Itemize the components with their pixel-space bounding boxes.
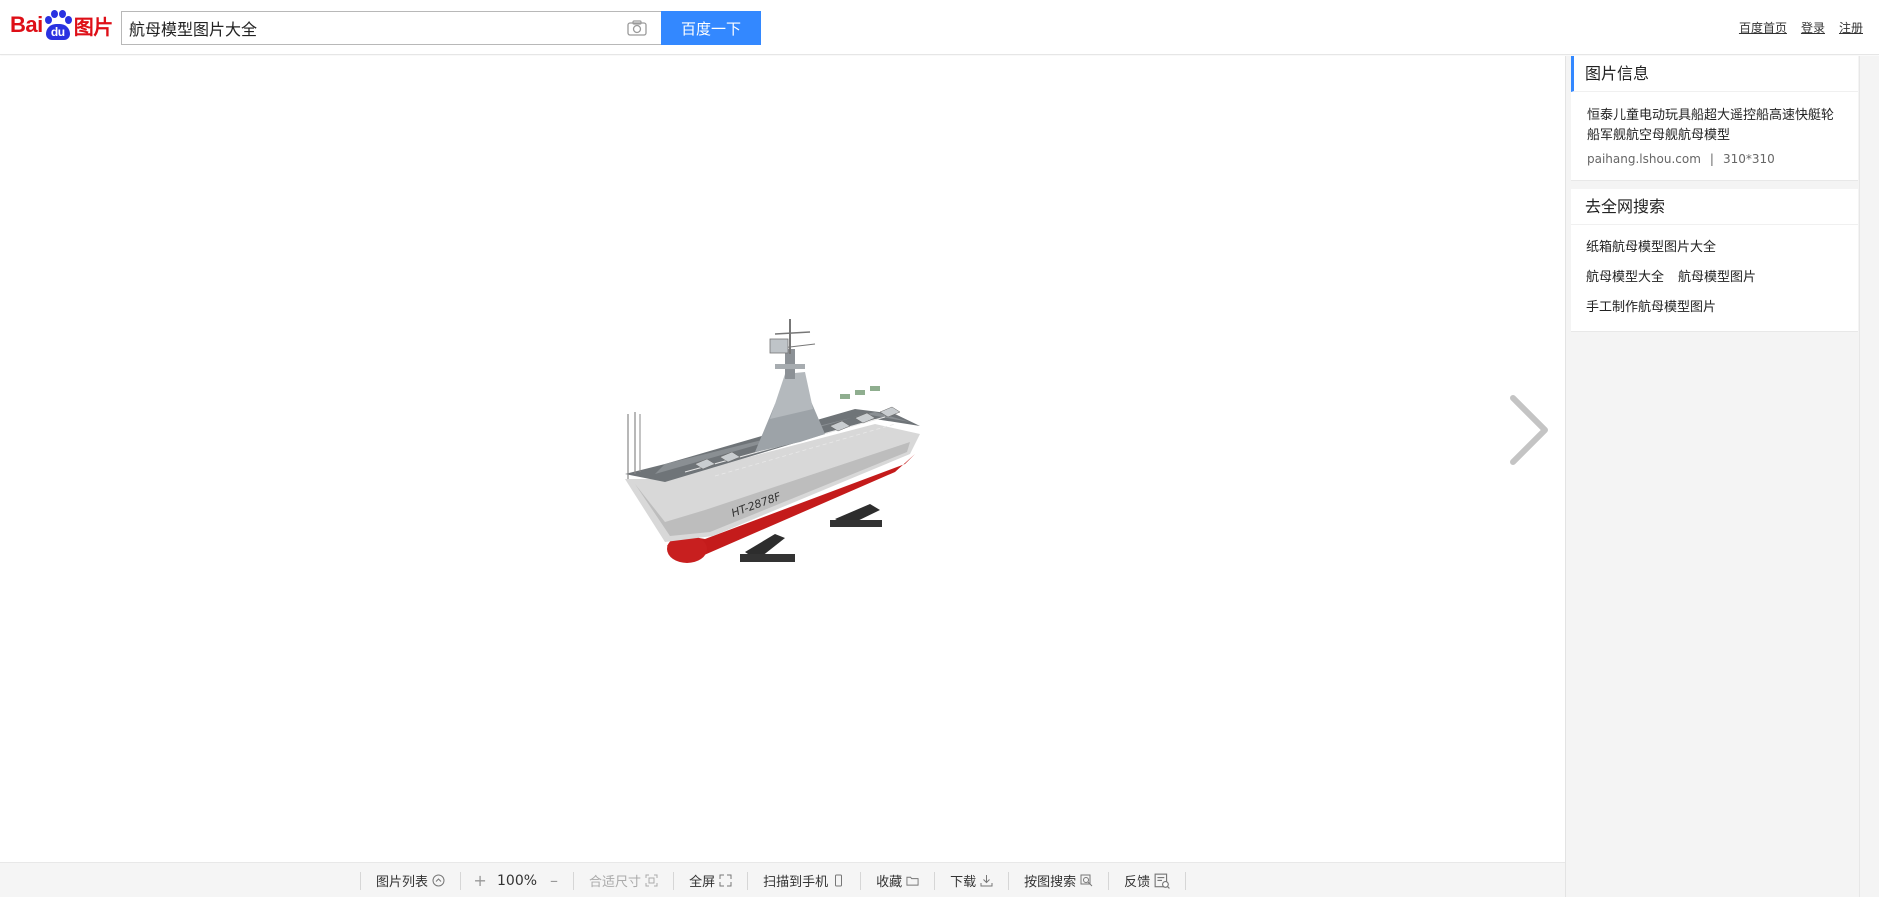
fit-size-icon <box>645 874 658 887</box>
link-baidu-home[interactable]: 百度首页 <box>1739 19 1787 36</box>
zoom-level: 100% <box>497 872 538 889</box>
related-search-link[interactable]: 纸箱航母模型图片大全 <box>1586 233 1716 263</box>
link-register[interactable]: 注册 <box>1839 19 1863 36</box>
image-meta: paihang.lshou.com | 310*310 <box>1587 152 1842 166</box>
camera-icon[interactable] <box>627 20 647 36</box>
phone-icon <box>835 874 843 887</box>
meta-separator: | <box>1709 152 1714 166</box>
aircraft-carrier-model-image[interactable]: HT-2878F <box>625 314 940 584</box>
related-search-link[interactable]: 航母模型大全 <box>1586 263 1664 293</box>
search-by-image-label: 按图搜索 <box>1024 875 1077 890</box>
paw-icon: du <box>44 10 72 40</box>
top-links: 百度首页 登录 注册 <box>1739 19 1863 36</box>
logo-text-tupian: 图片 <box>73 14 114 39</box>
collect-button[interactable]: 收藏 <box>861 863 934 898</box>
viewer-toolbar: 图片列表 + 100% – 合适尺寸 全屏 扫描到手机 收藏 下载 按图搜索 反… <box>0 862 1565 897</box>
image-source[interactable]: paihang.lshou.com <box>1587 152 1701 166</box>
collect-label: 收藏 <box>876 875 903 890</box>
fullscreen-button[interactable]: 全屏 <box>674 863 747 898</box>
image-dimensions: 310*310 <box>1722 152 1775 166</box>
link-login[interactable]: 登录 <box>1801 19 1825 36</box>
image-info-panel: 图片信息 恒泰儿童电动玩具船超大遥控船高速快艇轮船军舰航空母舰航母模型 paih… <box>1571 56 1858 181</box>
sidebar-scrollbar[interactable] <box>1859 56 1879 897</box>
fullscreen-icon <box>719 874 732 887</box>
toolbar-divider <box>1185 871 1187 890</box>
logo-text-bai: Bai <box>10 12 43 37</box>
baidu-image-logo[interactable]: Bai du 图片 <box>10 8 113 42</box>
chevron-up-circle-icon <box>432 874 445 887</box>
zoom-in-button[interactable]: + <box>473 871 487 890</box>
related-search-link[interactable]: 航母模型图片 <box>1678 263 1756 293</box>
download-label: 下载 <box>950 875 977 890</box>
zoom-controls: + 100% – <box>461 871 573 890</box>
related-search-row: 航母模型大全 航母模型图片 <box>1586 263 1843 293</box>
search-button[interactable]: 百度一下 <box>661 11 761 45</box>
related-search-link[interactable]: 手工制作航母模型图片 <box>1586 293 1716 323</box>
related-searches: 纸箱航母模型图片大全 航母模型大全 航母模型图片 手工制作航母模型图片 <box>1571 225 1858 323</box>
logo-text-du: du <box>45 24 70 40</box>
image-list-button[interactable]: 图片列表 <box>361 863 460 898</box>
feedback-button[interactable]: 反馈 <box>1109 863 1185 898</box>
related-search-row: 手工制作航母模型图片 <box>1586 293 1843 323</box>
web-search-panel: 去全网搜索 纸箱航母模型图片大全 航母模型大全 航母模型图片 手工制作航母模型图… <box>1571 189 1858 332</box>
fullscreen-label: 全屏 <box>689 875 716 890</box>
fit-size-label: 合适尺寸 <box>589 875 642 890</box>
web-search-title: 去全网搜索 <box>1571 189 1858 225</box>
sidebar: 图片信息 恒泰儿童电动玩具船超大遥控船高速快艇轮船军舰航空母舰航母模型 paih… <box>1566 56 1859 897</box>
image-info-title: 图片信息 <box>1571 56 1858 92</box>
folder-icon <box>906 876 919 886</box>
scan-to-phone-label: 扫描到手机 <box>763 875 829 890</box>
image-description[interactable]: 恒泰儿童电动玩具船超大遥控船高速快艇轮船军舰航空母舰航母模型 <box>1587 106 1842 146</box>
download-icon <box>980 875 993 887</box>
zoom-out-button[interactable]: – <box>547 871 561 890</box>
scan-to-phone-button[interactable]: 扫描到手机 <box>748 863 860 898</box>
chevron-right-icon[interactable] <box>1505 390 1555 470</box>
fit-size-button[interactable]: 合适尺寸 <box>574 863 673 898</box>
search-input[interactable] <box>122 12 612 44</box>
feedback-icon <box>1154 873 1170 889</box>
search-by-image-button[interactable]: 按图搜索 <box>1009 863 1108 898</box>
header: Bai du 图片 百度一下 百度首页 登录 注册 <box>0 0 1879 55</box>
feedback-label: 反馈 <box>1124 875 1151 890</box>
image-list-label: 图片列表 <box>376 875 429 890</box>
search-box <box>121 11 662 45</box>
image-search-icon <box>1080 874 1093 887</box>
download-button[interactable]: 下载 <box>935 863 1008 898</box>
related-search-row: 纸箱航母模型图片大全 <box>1586 233 1843 263</box>
